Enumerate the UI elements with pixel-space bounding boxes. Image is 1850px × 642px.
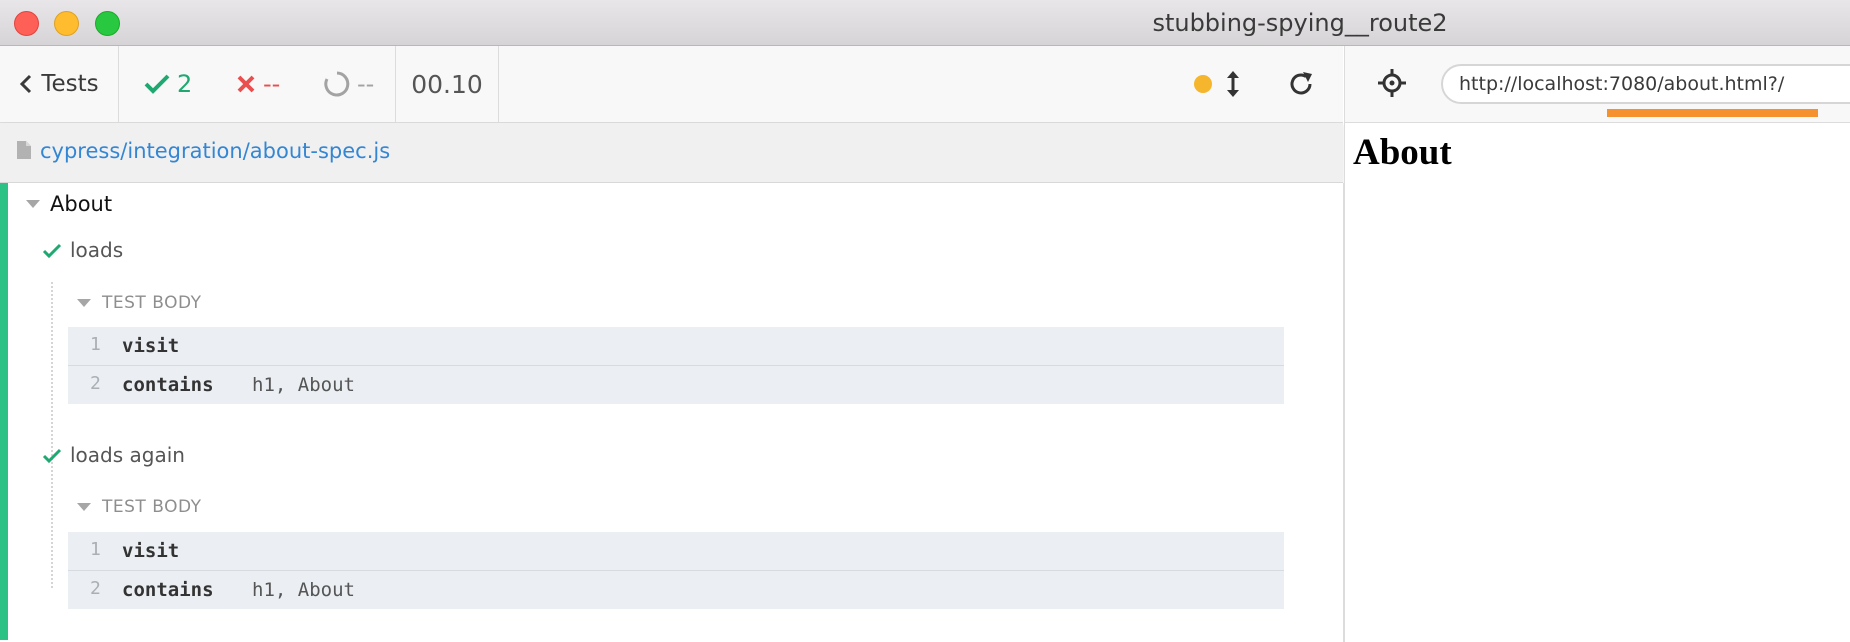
passed-count: 2: [177, 70, 193, 98]
page-load-progress: [1607, 109, 1818, 117]
checkmark-icon: [42, 448, 62, 464]
hook-title[interactable]: TEST BODY: [102, 293, 202, 313]
test-title[interactable]: loads again: [70, 443, 185, 467]
status-indicator: [1194, 46, 1212, 122]
resize-toggle[interactable]: [1224, 46, 1242, 122]
selector-playground-button[interactable]: [1377, 68, 1407, 102]
app-under-test-frame: About: [1344, 123, 1850, 642]
arrow-updown-icon: [1227, 71, 1239, 97]
command-message: h1, About: [252, 579, 355, 601]
window-close-button[interactable]: [14, 11, 39, 36]
x-icon: [237, 75, 255, 93]
failed-stat: --: [235, 46, 280, 122]
chevron-left-icon: [20, 74, 32, 94]
spec-file-link[interactable]: cypress/integration/about-spec.js: [40, 139, 390, 163]
failed-count: --: [263, 70, 281, 98]
page-heading: About: [1353, 132, 1452, 173]
window-maximize-button[interactable]: [95, 11, 120, 36]
reload-button[interactable]: [1287, 46, 1315, 122]
command-row[interactable]: 2 contains h1, About: [68, 365, 1284, 404]
passed-stat: 2: [143, 46, 192, 122]
suite-status-bar: [0, 183, 8, 640]
crosshair-icon: [1378, 69, 1406, 97]
caret-down-icon[interactable]: [77, 503, 91, 511]
window-minimize-button[interactable]: [54, 11, 79, 36]
app-window: stubbing-spying__route2 Tests 2 -- -- 00…: [0, 0, 1850, 642]
aut-header: http://localhost:7080/about.html?/: [1344, 46, 1850, 123]
command-row[interactable]: 1 visit: [68, 532, 1284, 570]
tests-button[interactable]: Tests: [0, 46, 119, 122]
caret-down-icon[interactable]: [26, 200, 40, 208]
reload-icon: [1290, 72, 1312, 95]
test-guide-line: [51, 282, 53, 588]
command-number: 2: [90, 373, 101, 394]
hook-title[interactable]: TEST BODY: [102, 497, 202, 517]
stats-group: 2 -- --: [119, 46, 396, 122]
duration-timer: 00.10: [396, 46, 499, 122]
file-icon: [17, 141, 31, 159]
checkmark-icon: [144, 74, 170, 94]
command-name: contains: [122, 579, 214, 601]
checkmark-icon: [42, 243, 62, 259]
command-number: 1: [90, 334, 101, 355]
url-input[interactable]: http://localhost:7080/about.html?/: [1441, 64, 1850, 104]
title-bar: stubbing-spying__route2: [0, 0, 1850, 46]
command-name: visit: [122, 335, 180, 357]
command-name: visit: [122, 540, 180, 562]
suite-title[interactable]: About: [50, 192, 112, 216]
command-log: About loads TEST BODY 1 visit 2 contains…: [0, 183, 1344, 642]
command-name: contains: [122, 374, 214, 396]
window-title: stubbing-spying__route2: [1152, 9, 1448, 37]
circle-spinner-icon: [324, 71, 350, 97]
tests-button-label: Tests: [41, 71, 99, 97]
runner-header: Tests 2 -- -- 00.10: [0, 46, 1343, 123]
test-title[interactable]: loads: [70, 238, 123, 262]
command-row[interactable]: 1 visit: [68, 327, 1284, 365]
spec-file-bar: cypress/integration/about-spec.js: [0, 123, 1343, 183]
pending-stat: --: [323, 46, 374, 122]
command-number: 2: [90, 578, 101, 599]
command-number: 1: [90, 539, 101, 560]
pending-count: --: [357, 70, 375, 98]
command-row[interactable]: 2 contains h1, About: [68, 570, 1284, 609]
caret-down-icon[interactable]: [77, 299, 91, 307]
dot-icon: [1194, 75, 1212, 93]
command-message: h1, About: [252, 374, 355, 396]
